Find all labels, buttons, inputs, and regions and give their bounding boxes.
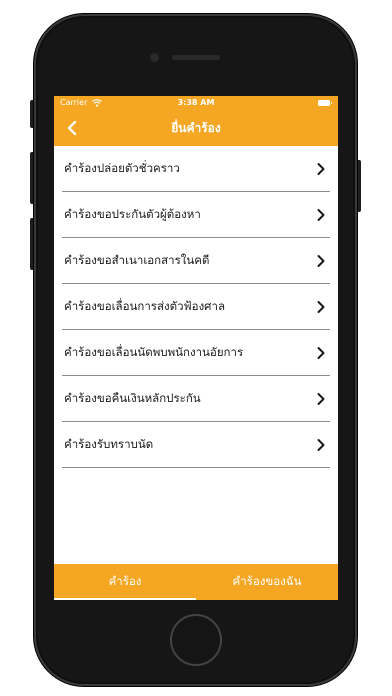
list-item-label: คำร้องขอคืนเงินหลักประกัน: [64, 390, 201, 405]
list-item-label: คำร้องปล่อยตัวชั่วคราว: [64, 160, 180, 175]
chevron-right-icon: [317, 346, 325, 359]
list-item-label: คำร้องขอเลื่อนนัดพบพนักงานอัยการ: [64, 344, 244, 359]
chevron-right-icon: [317, 392, 325, 405]
list-item-label: คำร้องขอประกันตัวผู้ต้องหา: [64, 206, 201, 221]
list-item-label: คำร้องขอเลื่อนการส่งตัวฟ้องศาล: [64, 298, 225, 313]
tab-my-requests[interactable]: คำร้องของฉัน: [196, 564, 338, 600]
list-item[interactable]: คำร้องขอเลื่อนนัดพบพนักงานอัยการ: [62, 330, 330, 376]
list-item[interactable]: คำร้องขอสำเนาเอกสารในคดี: [62, 238, 330, 284]
status-bar: Carrier 3:38 AM: [54, 96, 338, 110]
earpiece-speaker: [172, 55, 220, 60]
list-item[interactable]: คำร้องขอประกันตัวผู้ต้องหา: [62, 192, 330, 238]
chevron-right-icon: [317, 208, 325, 221]
list-item-label: คำร้องรับทราบนัด: [64, 436, 154, 451]
app-screen: Carrier 3:38 AM ยื่นคำร้อง คำร้องปล่อยตั…: [54, 96, 338, 600]
navigation-bar: ยื่นคำร้อง: [54, 110, 338, 146]
chevron-right-icon: [317, 254, 325, 267]
list-item[interactable]: คำร้องปล่อยตัวชั่วคราว: [62, 146, 330, 192]
status-time: 3:38 AM: [177, 98, 215, 107]
tab-bar: คำร้อง คำร้องของฉัน: [54, 564, 338, 600]
home-button[interactable]: [170, 614, 222, 666]
front-camera: [150, 53, 159, 62]
request-list: คำร้องปล่อยตัวชั่วคราว คำร้องขอประกันตัว…: [62, 146, 330, 468]
list-item[interactable]: คำร้องขอเลื่อนการส่งตัวฟ้องศาล: [62, 284, 330, 330]
list-item[interactable]: คำร้องขอคืนเงินหลักประกัน: [62, 376, 330, 422]
list-item[interactable]: คำร้องรับทราบนัด: [62, 422, 330, 468]
tab-requests[interactable]: คำร้อง: [54, 564, 196, 600]
page-title: ยื่นคำร้อง: [171, 121, 221, 135]
chevron-right-icon: [317, 300, 325, 313]
battery-icon: [318, 100, 332, 106]
chevron-right-icon: [317, 438, 325, 451]
chevron-right-icon: [317, 162, 325, 175]
list-item-label: คำร้องขอสำเนาเอกสารในคดี: [64, 252, 210, 267]
